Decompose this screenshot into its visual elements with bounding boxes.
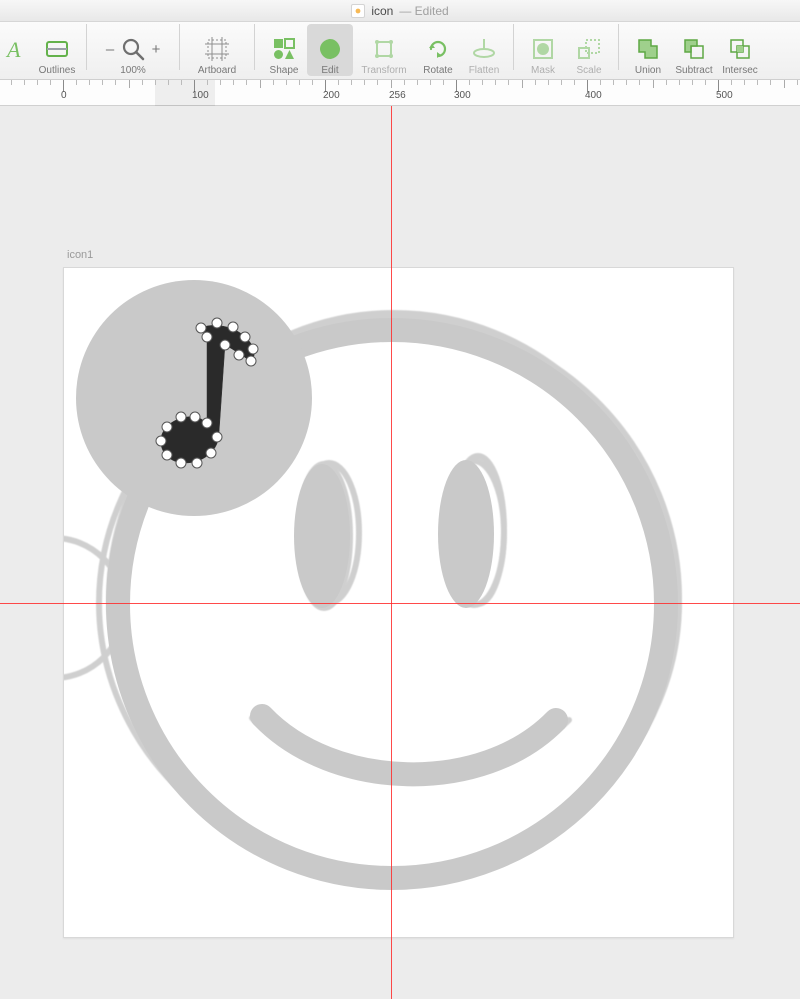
outlines-label: Outlines	[39, 65, 76, 76]
union-label: Union	[635, 65, 661, 76]
scale-label: Scale	[576, 65, 601, 76]
zoom-control: – + 100%	[93, 24, 173, 76]
svg-text:A: A	[5, 37, 21, 62]
vertical-guide[interactable]	[391, 106, 392, 999]
ruler-number: 500	[716, 90, 733, 101]
magnifier-icon[interactable]	[120, 36, 146, 62]
toolbar-separator	[254, 24, 255, 70]
subtract-button[interactable]: Subtract	[671, 24, 717, 76]
rotate-button[interactable]: Rotate	[415, 24, 461, 76]
ruler-number: 200	[323, 90, 340, 101]
zoom-level-label: 100%	[120, 65, 146, 76]
artboard-label: Artboard	[198, 65, 236, 76]
toolbar-separator	[513, 24, 514, 70]
toolbar-separator	[618, 24, 619, 70]
shape-label: Shape	[270, 65, 299, 76]
artboard-button[interactable]: Artboard	[186, 24, 248, 76]
transform-button[interactable]: Transform	[353, 24, 415, 76]
flatten-label: Flatten	[469, 65, 500, 76]
rotate-label: Rotate	[423, 65, 452, 76]
ruler-number: 256	[389, 90, 406, 101]
union-button[interactable]: Union	[625, 24, 671, 76]
ruler-number: 400	[585, 90, 602, 101]
document-title: icon	[371, 4, 393, 18]
flatten-button[interactable]: Flatten	[461, 24, 507, 76]
zoom-out-button[interactable]: –	[102, 41, 118, 58]
subtract-label: Subtract	[675, 65, 712, 76]
document-badge-icon	[351, 4, 365, 18]
intersect-label: Intersec	[722, 65, 758, 76]
horizontal-guide[interactable]	[0, 603, 800, 604]
horizontal-ruler[interactable]: 0 100 200 256 300 400 500	[0, 80, 800, 106]
toolbar: A t Outlines – + 100% Artboard	[0, 22, 800, 80]
document-edited-indicator: — Edited	[399, 4, 448, 18]
intersect-button[interactable]: Intersec	[717, 24, 763, 76]
edit-label: Edit	[321, 65, 338, 76]
shape-button[interactable]: Shape	[261, 24, 307, 76]
artboard-name-label[interactable]: icon1	[67, 249, 93, 261]
mask-button[interactable]: Mask	[520, 24, 566, 76]
edit-button[interactable]: Edit	[307, 24, 353, 76]
canvas-area[interactable]: icon1	[0, 106, 800, 999]
transform-label: Transform	[361, 65, 406, 76]
window-titlebar: icon — Edited	[0, 0, 800, 22]
scale-button[interactable]: Scale	[566, 24, 612, 76]
mask-label: Mask	[531, 65, 555, 76]
ruler-number: 0	[61, 90, 67, 101]
toolbar-separator	[179, 24, 180, 70]
ruler-number: 100	[192, 90, 209, 101]
outlines-button[interactable]: Outlines	[34, 24, 80, 76]
zoom-in-button[interactable]: +	[148, 41, 164, 58]
toolbar-separator	[86, 24, 87, 70]
ruler-number: 300	[454, 90, 471, 101]
text-tool-button[interactable]: A t	[0, 24, 34, 76]
